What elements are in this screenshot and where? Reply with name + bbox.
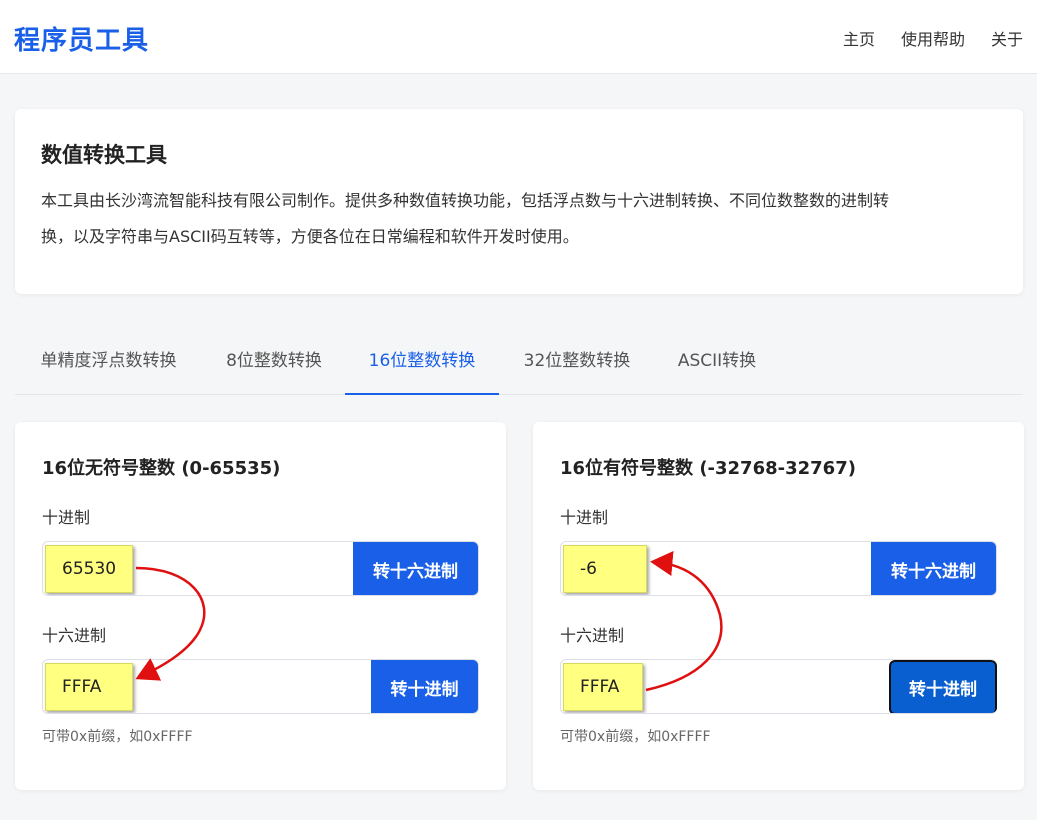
- unsigned-hex-hint: 可带0x前缀，如0xFFFF: [42, 729, 193, 745]
- unsigned-to-dec-button[interactable]: 转十进制: [371, 660, 478, 713]
- unsigned-card-title: 16位无符号整数 (0-65535): [42, 458, 281, 479]
- tab-32bit[interactable]: 32位整数转换: [522, 330, 632, 395]
- signed-dec-value[interactable]: -6: [563, 545, 647, 593]
- signed-dec-input[interactable]: -6 转十六进制: [560, 541, 997, 596]
- unsigned-dec-input[interactable]: 65530 转十六进制: [42, 541, 479, 596]
- signed-hex-input[interactable]: FFFA 转十进制: [560, 659, 997, 714]
- unsigned-to-hex-button[interactable]: 转十六进制: [353, 542, 478, 595]
- signed-16bit-card: 16位有符号整数 (-32768-32767) 十进制 -6 转十六进制 十六进…: [533, 422, 1024, 790]
- signed-dec-label: 十进制: [560, 508, 609, 527]
- intro-description-line1: 本工具由长沙湾流智能科技有限公司制作。提供多种数值转换功能，包括浮点数与十六进制…: [41, 191, 890, 210]
- unsigned-16bit-card: 16位无符号整数 (0-65535) 十进制 65530 转十六进制 十六进制 …: [15, 422, 506, 790]
- converter-tabs: 单精度浮点数转换 8位整数转换 16位整数转换 32位整数转换 ASCII转换: [15, 330, 1023, 395]
- intro-title: 数值转换工具: [41, 143, 167, 167]
- signed-to-hex-button[interactable]: 转十六进制: [871, 542, 996, 595]
- intro-description: 本工具由长沙湾流智能科技有限公司制作。提供多种数值转换功能，包括浮点数与十六进制…: [41, 183, 997, 255]
- signed-hex-value[interactable]: FFFA: [563, 663, 643, 711]
- nav-home[interactable]: 主页: [843, 26, 875, 50]
- signed-hex-hint: 可带0x前缀，如0xFFFF: [560, 729, 711, 745]
- signed-card-title: 16位有符号整数 (-32768-32767): [560, 458, 856, 479]
- unsigned-hex-value[interactable]: FFFA: [45, 663, 133, 711]
- nav-about[interactable]: 关于: [991, 26, 1023, 50]
- unsigned-dec-value[interactable]: 65530: [45, 545, 133, 593]
- unsigned-hex-label: 十六进制: [42, 626, 107, 645]
- unsigned-hex-input[interactable]: FFFA 转十进制: [42, 659, 479, 714]
- unsigned-dec-label: 十进制: [42, 508, 91, 527]
- site-logo[interactable]: 程序员工具: [14, 20, 149, 57]
- top-header: 程序员工具 主页 使用帮助 关于: [0, 0, 1037, 74]
- signed-to-dec-button[interactable]: 转十进制: [889, 660, 997, 713]
- intro-description-line2: 换，以及字符串与ASCII码互转等，方便各位在日常编程和软件开发时使用。: [41, 227, 579, 246]
- tab-8bit[interactable]: 8位整数转换: [224, 330, 324, 395]
- top-nav: 主页 使用帮助 关于: [843, 26, 1023, 50]
- intro-card: 数值转换工具 本工具由长沙湾流智能科技有限公司制作。提供多种数值转换功能，包括浮…: [15, 109, 1023, 294]
- signed-hex-label: 十六进制: [560, 626, 625, 645]
- nav-help[interactable]: 使用帮助: [901, 26, 965, 50]
- tab-float[interactable]: 单精度浮点数转换: [37, 330, 180, 395]
- tab-16bit[interactable]: 16位整数转换: [345, 330, 499, 395]
- tab-ascii[interactable]: ASCII转换: [675, 330, 759, 395]
